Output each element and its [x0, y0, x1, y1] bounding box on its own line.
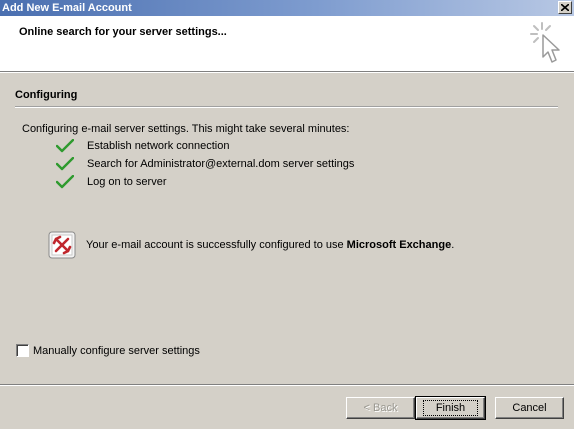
step-label: Establish network connection	[87, 140, 230, 152]
window-title: Add New E-mail Account	[2, 2, 132, 14]
result-text-suffix: .	[451, 239, 455, 251]
footer-separator	[0, 384, 574, 386]
wizard-cursor-icon	[530, 22, 560, 63]
manual-configure-checkbox[interactable]	[16, 344, 29, 357]
step-label: Search for Administrator@external.dom se…	[87, 158, 355, 170]
step-item: Log on to server	[56, 174, 167, 190]
checkmark-icon	[56, 175, 74, 189]
section-divider	[15, 106, 558, 108]
step-item: Establish network connection	[56, 138, 229, 154]
title-bar[interactable]: Add New E-mail Account	[0, 0, 574, 16]
step-label: Log on to server	[87, 176, 167, 188]
header-panel: Online search for your server settings..…	[0, 16, 574, 71]
section-title: Configuring	[15, 89, 78, 101]
finish-button-label: Finish	[422, 400, 479, 416]
step-item: Search for Administrator@external.dom se…	[56, 156, 354, 172]
close-button[interactable]	[558, 1, 572, 14]
exchange-icon	[48, 231, 76, 259]
result-text-prefix: Your e-mail account is successfully conf…	[86, 239, 347, 251]
close-icon	[561, 4, 569, 11]
back-button[interactable]: < Back	[346, 397, 415, 419]
header-separator	[0, 71, 574, 73]
checkmark-icon	[56, 139, 74, 153]
intro-text: Configuring e-mail server settings. This…	[22, 123, 350, 135]
result-text: Your e-mail account is successfully conf…	[86, 239, 454, 251]
manual-configure-label[interactable]: Manually configure server settings	[33, 345, 200, 357]
checkmark-icon	[56, 157, 74, 171]
manual-configure-row[interactable]: Manually configure server settings	[16, 344, 200, 357]
cancel-button[interactable]: Cancel	[495, 397, 564, 419]
result-product: Microsoft Exchange	[346, 239, 452, 251]
header-title: Online search for your server settings..…	[19, 26, 227, 38]
add-email-account-dialog: Add New E-mail Account Online search for…	[0, 0, 574, 429]
result-message: Your e-mail account is successfully conf…	[48, 231, 454, 259]
finish-button[interactable]: Finish	[415, 396, 486, 420]
